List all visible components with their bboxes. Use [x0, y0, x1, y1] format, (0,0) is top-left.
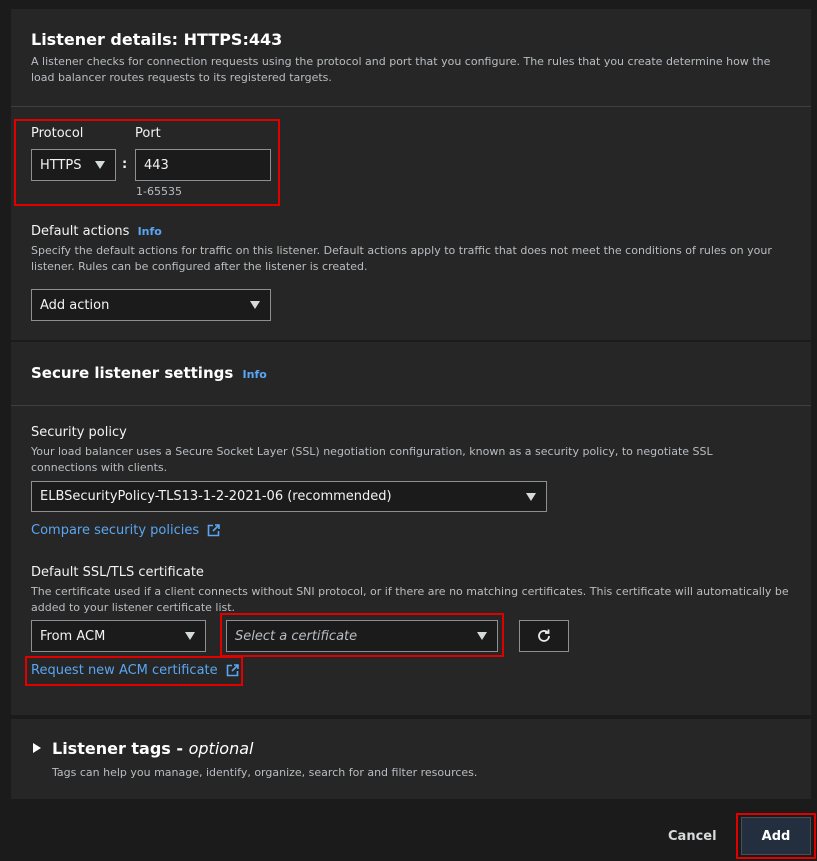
- security-policy-value: ELBSecurityPolicy-TLS13-1-2-2021-06 (rec…: [40, 489, 392, 504]
- listener-tags-optional: optional: [188, 739, 254, 758]
- divider: [11, 106, 811, 107]
- secure-listener-info-link[interactable]: Info: [243, 368, 267, 381]
- default-actions-label: Default actions Info: [31, 224, 162, 239]
- external-link-icon: [207, 524, 221, 537]
- listener-tags-panel: [11, 719, 811, 799]
- highlight-protocol-port: [14, 119, 280, 206]
- highlight-certificate-select: [220, 613, 504, 657]
- highlight-add-button: [736, 813, 816, 859]
- refresh-icon: [538, 629, 550, 642]
- expand-caret-icon[interactable]: [33, 743, 41, 753]
- chevron-down-icon: [526, 492, 536, 501]
- listener-details-title: Listener details: HTTPS:443: [31, 30, 283, 49]
- listener-details-description: A listener checks for connection request…: [31, 55, 771, 84]
- chevron-down-icon: [185, 632, 195, 640]
- cancel-button[interactable]: Cancel: [668, 829, 717, 844]
- listener-tags-description: Tags can help you manage, identify, orga…: [52, 766, 478, 779]
- default-actions-description: Specify the default actions for traffic …: [31, 244, 772, 273]
- certificate-source-value: From ACM: [40, 628, 106, 644]
- listener-tags-title-text: Listener tags -: [52, 739, 189, 758]
- security-policy-label: Security policy: [31, 425, 127, 440]
- refresh-certificates-button[interactable]: [519, 620, 569, 652]
- default-actions-label-text: Default actions: [31, 224, 130, 239]
- certificate-source-select[interactable]: From ACM: [31, 620, 206, 652]
- secure-listener-title: Secure listener settings Info: [31, 364, 267, 382]
- chevron-down-icon: [250, 301, 260, 309]
- listener-tags-title[interactable]: Listener tags - optional: [52, 739, 253, 758]
- highlight-request-link: [25, 656, 243, 686]
- add-action-value: Add action: [40, 297, 110, 313]
- default-certificate-description: The certificate used if a client connect…: [31, 585, 789, 614]
- secure-listener-title-text: Secure listener settings: [31, 364, 234, 382]
- divider: [11, 405, 811, 406]
- default-certificate-label: Default SSL/TLS certificate: [31, 565, 204, 580]
- default-actions-info-link[interactable]: Info: [138, 225, 162, 238]
- security-policy-description: Your load balancer uses a Secure Socket …: [31, 445, 713, 474]
- compare-security-policies-link[interactable]: Compare security policies: [31, 523, 221, 538]
- compare-link-text: Compare security policies: [31, 523, 200, 538]
- security-policy-select[interactable]: ELBSecurityPolicy-TLS13-1-2-2021-06 (rec…: [31, 481, 547, 512]
- add-action-select[interactable]: Add action: [31, 289, 271, 321]
